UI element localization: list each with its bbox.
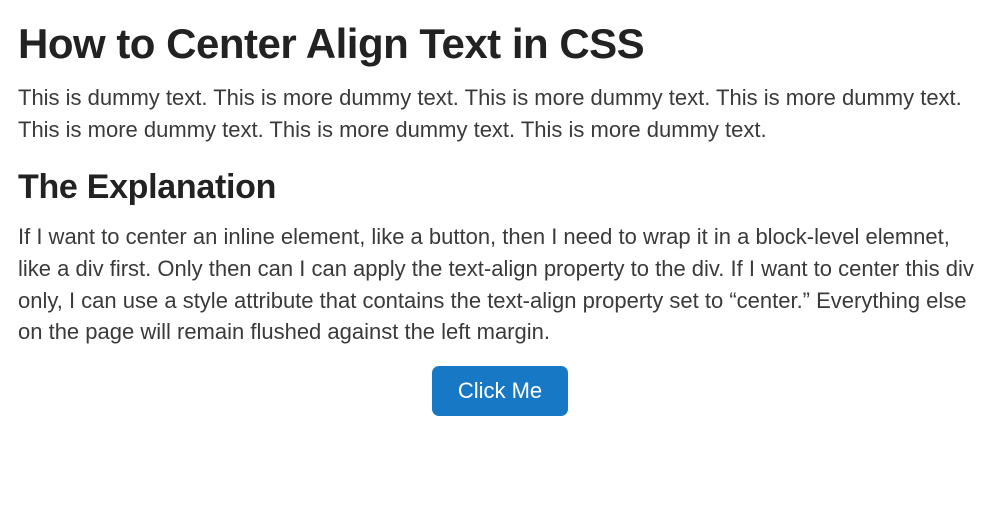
section-heading: The Explanation: [18, 168, 982, 207]
intro-paragraph: This is dummy text. This is more dummy t…: [18, 82, 982, 146]
explanation-paragraph: If I want to center an inline element, l…: [18, 221, 982, 349]
click-me-button[interactable]: Click Me: [432, 366, 568, 416]
button-container: Click Me: [18, 366, 982, 416]
page-title: How to Center Align Text in CSS: [18, 20, 982, 68]
